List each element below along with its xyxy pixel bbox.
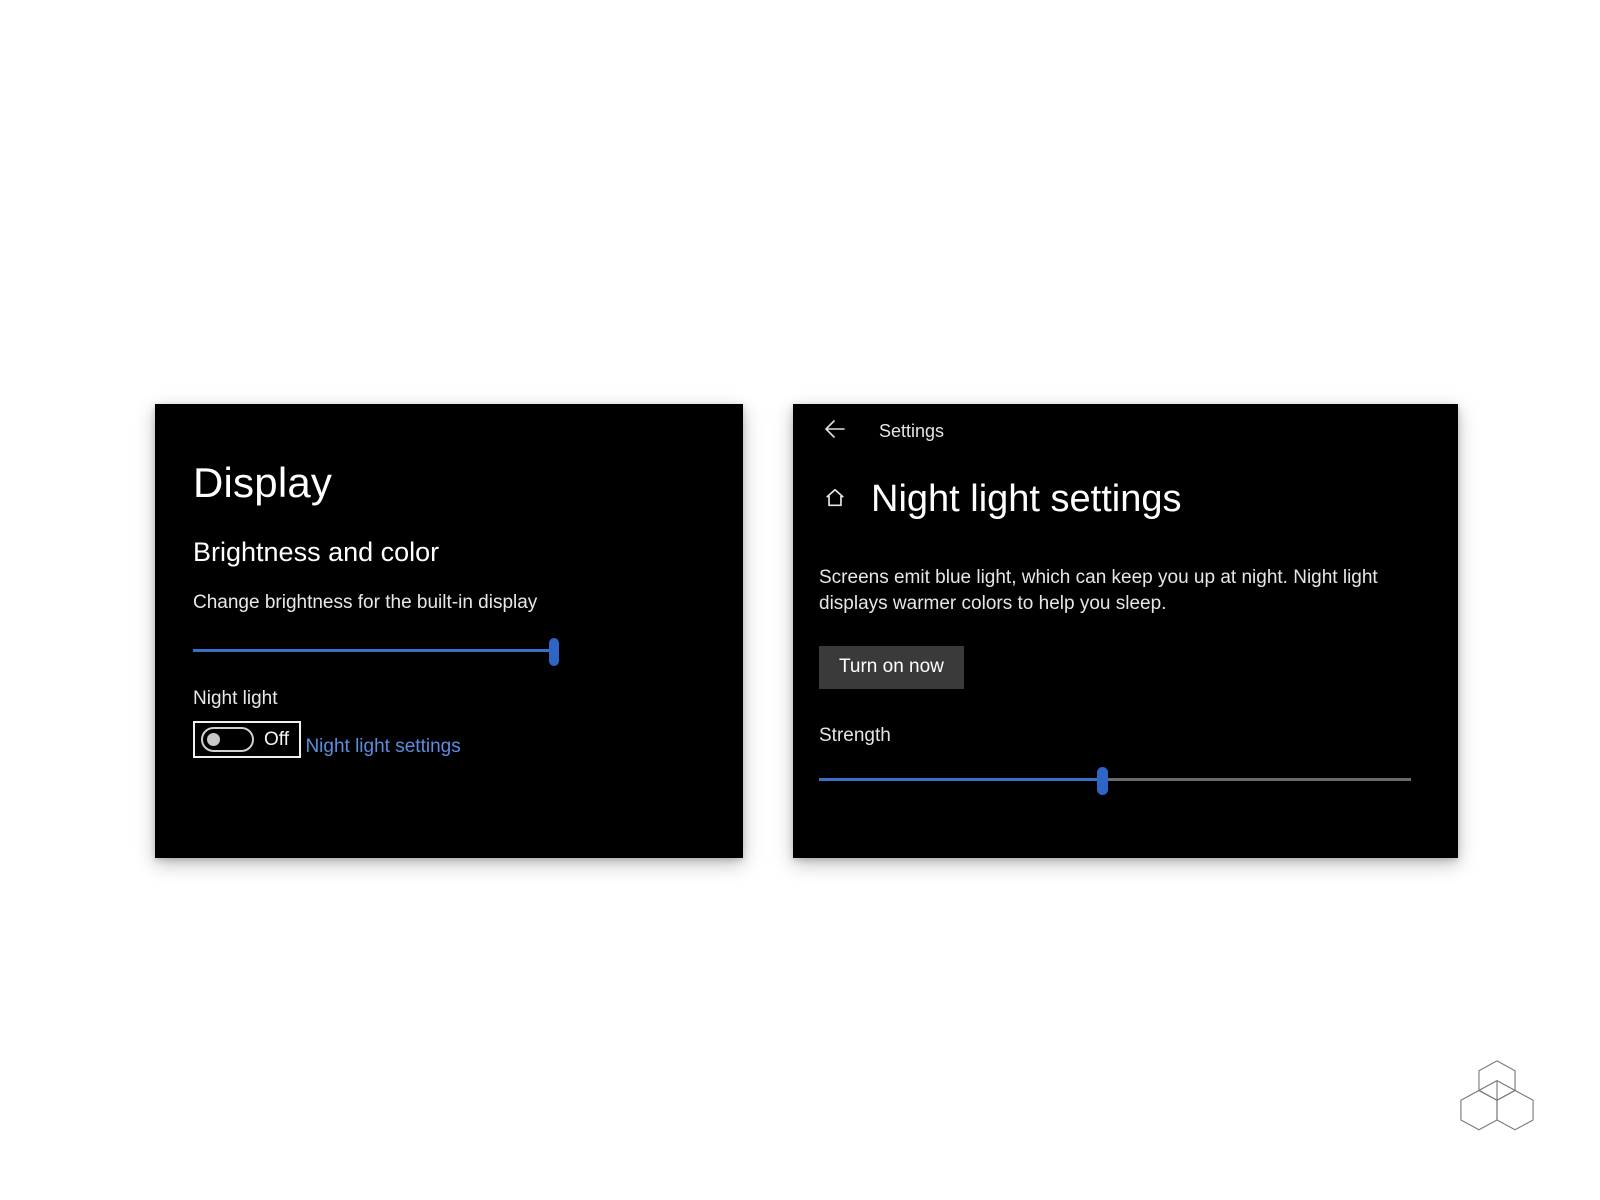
toggle-switch-off-icon[interactable] — [201, 727, 254, 752]
night-light-settings-panel: Settings Night light settings Screens em… — [793, 404, 1458, 858]
night-light-toggle[interactable]: Off — [193, 721, 301, 758]
display-settings-panel: Display Brightness and color Change brig… — [155, 404, 743, 858]
page-title-night-light-settings: Night light settings — [871, 478, 1182, 521]
turn-on-now-button[interactable]: Turn on now — [819, 646, 964, 689]
settings-topbar: Settings — [819, 420, 1432, 442]
section-brightness-and-color: Brightness and color — [193, 537, 711, 568]
toggle-switch-knob-icon — [207, 733, 220, 746]
strength-slider[interactable] — [819, 769, 1411, 791]
brightness-slider-track-active — [193, 649, 549, 652]
brightness-slider-label: Change brightness for the built-in displ… — [193, 592, 711, 614]
strength-slider-track-active — [819, 778, 1101, 781]
night-light-toggle-label: Night light — [193, 688, 711, 710]
back-arrow-icon[interactable] — [825, 420, 845, 442]
brightness-slider-thumb[interactable] — [549, 638, 559, 666]
settings-topbar-label: Settings — [879, 421, 944, 442]
night-light-description: Screens emit blue light, which can keep … — [819, 565, 1421, 616]
strength-slider-label: Strength — [819, 725, 1432, 747]
strength-slider-thumb[interactable] — [1097, 767, 1108, 795]
night-light-toggle-state-text: Off — [264, 729, 289, 751]
night-light-settings-link[interactable]: Night light settings — [305, 736, 460, 758]
home-icon[interactable] — [823, 486, 847, 510]
page-title-display: Display — [193, 459, 711, 507]
brightness-slider[interactable] — [193, 640, 559, 662]
hexagon-logo-icon — [1456, 1056, 1538, 1138]
